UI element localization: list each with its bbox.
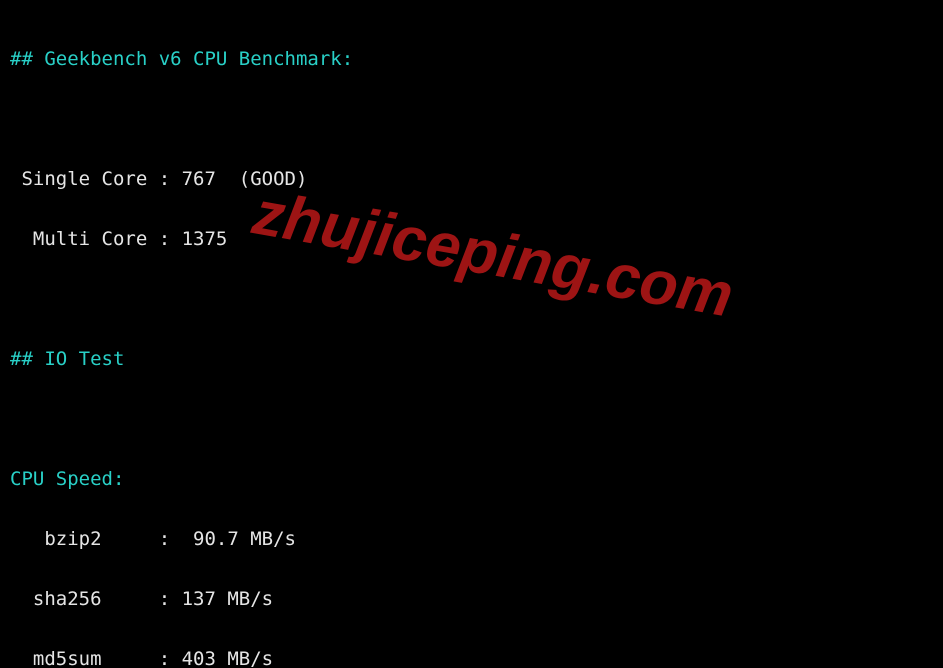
geekbench-header: ## Geekbench v6 CPU Benchmark: <box>10 48 353 70</box>
md5-label: md5sum : <box>10 648 170 668</box>
terminal-output: ## Geekbench v6 CPU Benchmark: Single Co… <box>0 0 943 668</box>
bzip2-label: bzip2 : <box>10 528 170 550</box>
single-core-label: Single Core : <box>10 168 170 190</box>
single-core-value: 767 (GOOD) <box>170 168 307 190</box>
md5-value: 403 MB/s <box>170 648 273 668</box>
multi-core-label: Multi Core : <box>10 228 170 250</box>
sha256-label: sha256 : <box>10 588 170 610</box>
bzip2-value: 90.7 MB/s <box>170 528 296 550</box>
sha256-value: 137 MB/s <box>170 588 273 610</box>
cpu-speed-header: CPU Speed: <box>10 468 124 490</box>
io-test-header: ## IO Test <box>10 348 124 370</box>
multi-core-value: 1375 <box>170 228 227 250</box>
